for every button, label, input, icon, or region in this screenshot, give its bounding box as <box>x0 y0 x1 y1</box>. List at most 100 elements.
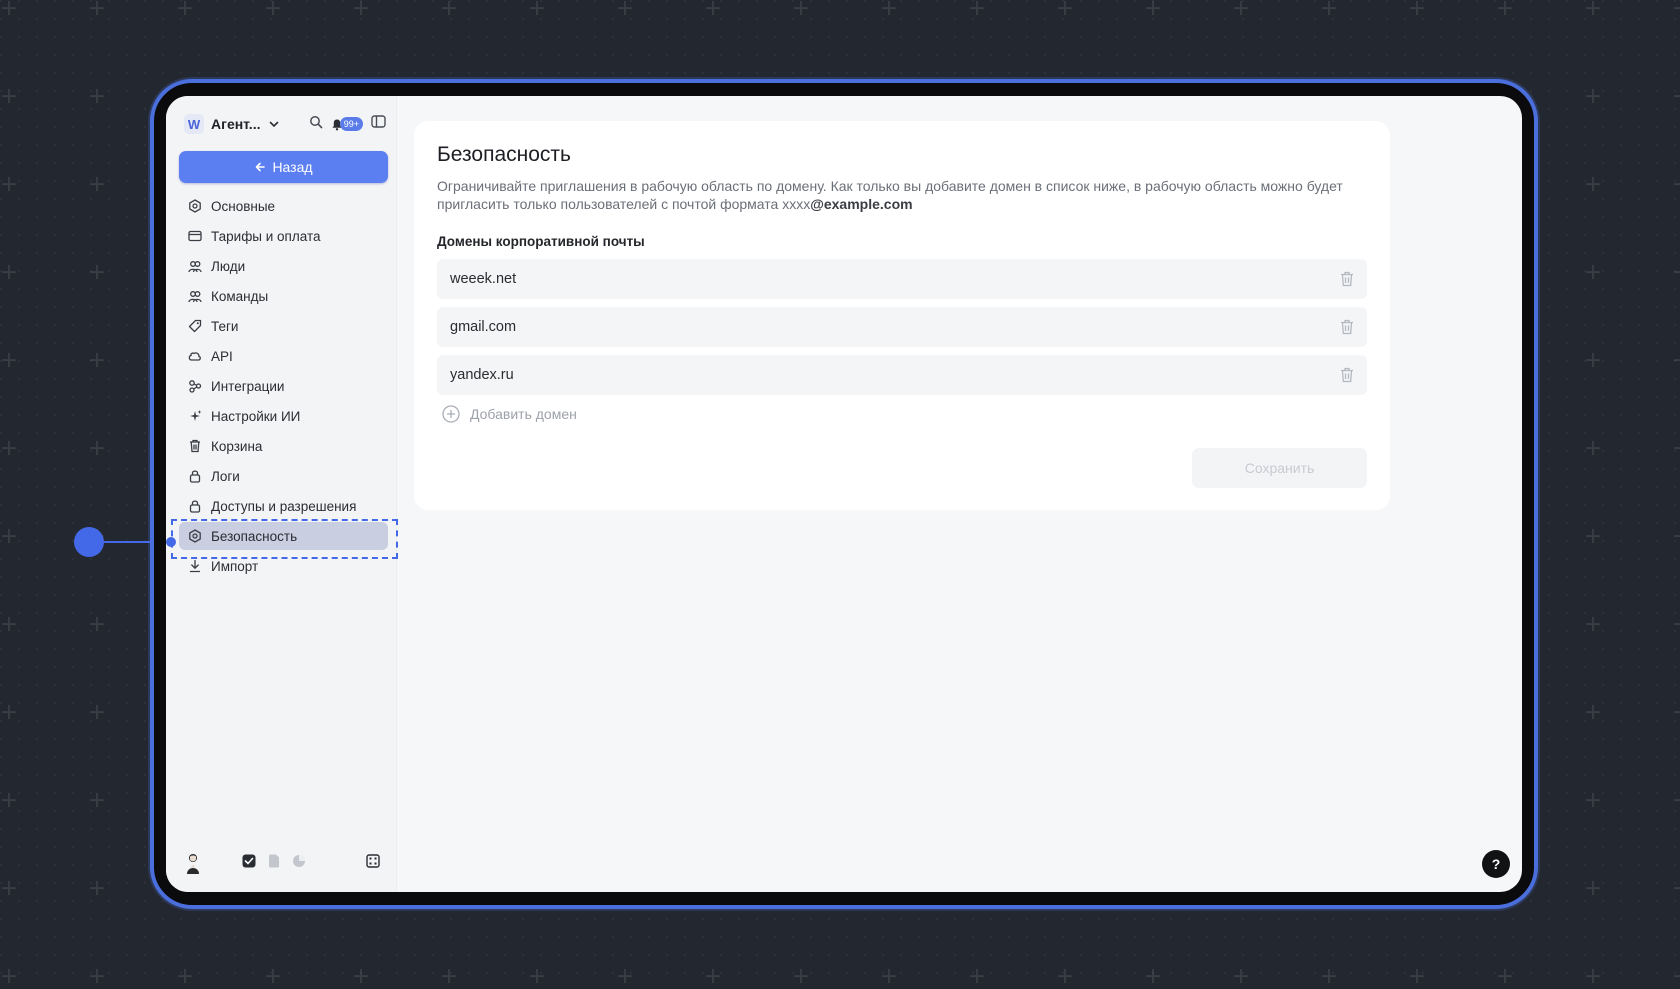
background-plus: + <box>1407 0 1427 21</box>
background-plus: + <box>1670 614 1680 636</box>
people-icon <box>188 289 202 303</box>
sidebar-item-ai-settings[interactable]: Настройки ИИ <box>179 402 388 430</box>
lock-icon <box>188 499 202 513</box>
trash-icon[interactable] <box>1340 271 1354 287</box>
background-plus: + <box>1670 966 1680 988</box>
page-description: Ограничивайте приглашения в рабочую обла… <box>437 177 1372 213</box>
background-plus: + <box>527 0 547 21</box>
background-plus: + <box>703 0 723 21</box>
background-plus: + <box>703 964 723 989</box>
background-plus: + <box>87 172 107 197</box>
background-plus: + <box>0 612 19 637</box>
notes-icon[interactable] <box>268 854 280 873</box>
sidebar-item-label: Основные <box>211 198 276 214</box>
background-plus: + <box>791 0 811 21</box>
sidebar-item-access[interactable]: Доступы и разрешения <box>179 492 388 520</box>
sparkles-icon <box>188 409 202 423</box>
background-plus: + <box>1143 964 1163 989</box>
search-icon[interactable] <box>309 115 323 134</box>
header-tools: 99+ <box>309 115 386 134</box>
annotation-anchor <box>166 537 176 547</box>
background-plus: + <box>1670 438 1680 460</box>
notification-badge: 99+ <box>339 117 363 131</box>
sidebar-item-label: Импорт <box>211 558 259 574</box>
sidebar-item-people[interactable]: Люди <box>179 252 388 280</box>
background-plus: + <box>87 788 107 813</box>
description-example-domain: @example.com <box>810 196 913 212</box>
background-plus: + <box>1583 260 1603 285</box>
background-plus: + <box>1055 0 1075 21</box>
sidebar-item-teams[interactable]: Команды <box>179 282 388 310</box>
background-plus: + <box>175 0 195 21</box>
domain-row[interactable]: gmail.com <box>437 307 1367 347</box>
background-plus: + <box>0 436 19 461</box>
background-plus: + <box>1055 964 1075 989</box>
background-plus: + <box>1407 964 1427 989</box>
background-plus: + <box>1319 964 1339 989</box>
gear-icon <box>188 199 202 213</box>
notifications-button[interactable]: 99+ <box>331 117 363 131</box>
background-plus: + <box>879 0 899 21</box>
analytics-icon[interactable] <box>292 854 306 873</box>
footer-apps <box>242 854 306 873</box>
domain-value[interactable]: yandex.ru <box>450 367 514 383</box>
domain-list: weeek.net gmail.com yandex.ru <box>437 259 1367 403</box>
sidebar-item-tags[interactable]: Теги <box>179 312 388 340</box>
background-plus: + <box>967 964 987 989</box>
background-plus: + <box>1583 436 1603 461</box>
background-plus: + <box>351 0 371 21</box>
lock-icon <box>188 469 202 483</box>
background-plus: + <box>615 964 635 989</box>
background-plus: + <box>87 436 107 461</box>
sidebar-item-label: Теги <box>211 318 239 334</box>
background-plus: + <box>439 0 459 21</box>
sidebar-item-trash[interactable]: Корзина <box>179 432 388 460</box>
sidebar-item-label: Тарифы и оплата <box>211 228 321 244</box>
download-icon <box>188 559 202 573</box>
device-frame: W Агент... 99+ Назад Основные Тарифы и о… <box>150 79 1538 909</box>
sidebar-item-label: Настройки ИИ <box>211 408 301 424</box>
trash-icon[interactable] <box>1340 319 1354 335</box>
domain-value[interactable]: weeek.net <box>450 271 516 287</box>
domain-value[interactable]: gmail.com <box>450 319 516 335</box>
sidebar-footer <box>184 850 386 876</box>
background-plus: + <box>263 964 283 989</box>
background-plus: + <box>1670 262 1680 284</box>
avatar[interactable] <box>184 852 202 874</box>
background-plus: + <box>0 84 19 109</box>
background-plus: + <box>1583 524 1603 549</box>
background-plus: + <box>1670 174 1680 196</box>
background-plus: + <box>1670 702 1680 724</box>
trash-icon[interactable] <box>1340 367 1354 383</box>
tasks-icon[interactable] <box>242 854 256 873</box>
background-plus: + <box>791 964 811 989</box>
sidebar-item-billing[interactable]: Тарифы и оплата <box>179 222 388 250</box>
chevron-down-icon[interactable] <box>268 118 280 130</box>
arrow-left-icon <box>256 162 266 172</box>
add-domain-button[interactable]: Добавить домен <box>442 405 577 423</box>
sidebar-toggle-icon[interactable] <box>371 115 386 133</box>
domain-row[interactable]: yandex.ru <box>437 355 1367 395</box>
domain-row[interactable]: weeek.net <box>437 259 1367 299</box>
calculator-icon[interactable] <box>366 853 380 873</box>
people-icon <box>188 259 202 273</box>
background-plus: + <box>0 348 19 373</box>
save-button[interactable]: Сохранить <box>1192 448 1367 488</box>
background-plus: + <box>1670 878 1680 900</box>
sidebar-item-logs[interactable]: Логи <box>179 462 388 490</box>
sidebar-item-api[interactable]: API <box>179 342 388 370</box>
background-plus: + <box>1670 86 1680 108</box>
workspace-name[interactable]: Агент... <box>211 116 260 132</box>
background-plus: + <box>1583 700 1603 725</box>
background-plus: + <box>87 964 107 989</box>
workspace-header: W Агент... 99+ <box>184 110 386 138</box>
background-plus: + <box>1143 0 1163 21</box>
plus-circle-icon <box>442 405 460 423</box>
sidebar-item-general[interactable]: Основные <box>179 192 388 220</box>
sidebar-item-label: Логи <box>211 468 240 484</box>
sidebar-item-label: Команды <box>211 288 269 304</box>
sidebar-item-integrations[interactable]: Интеграции <box>179 372 388 400</box>
help-button[interactable]: ? <box>1482 850 1510 878</box>
back-button[interactable]: Назад <box>179 151 388 183</box>
background-plus: + <box>1495 964 1515 989</box>
